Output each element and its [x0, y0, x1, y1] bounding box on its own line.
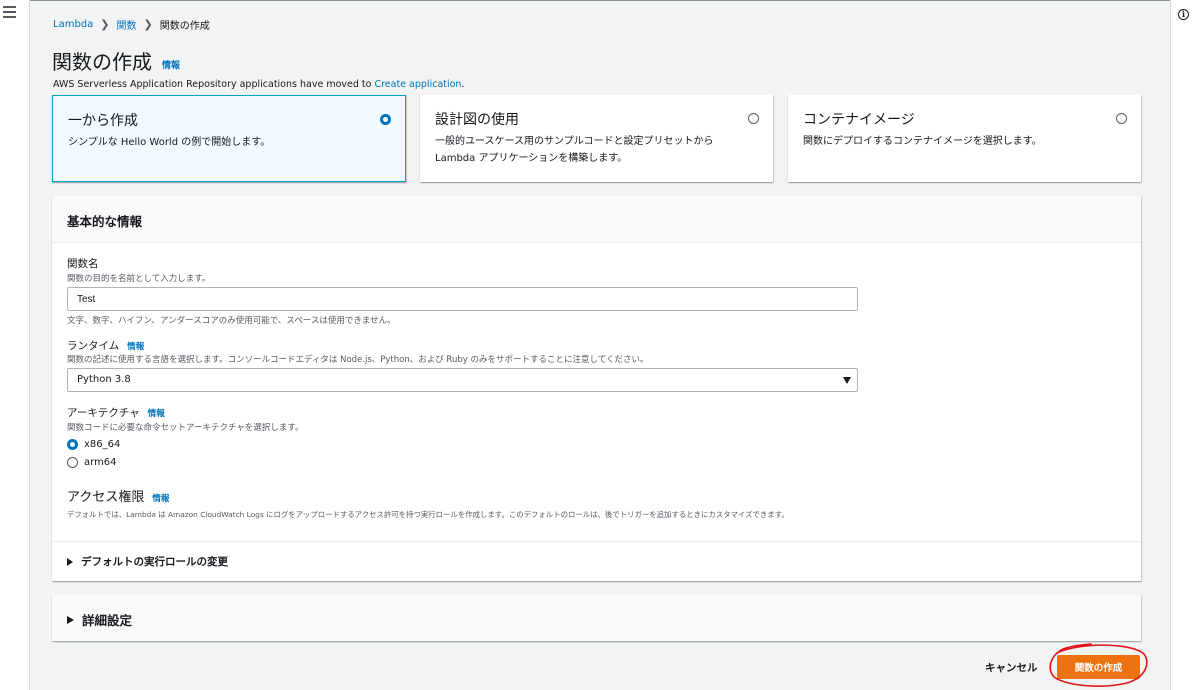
runtime-info-link[interactable]: 情報 [127, 342, 144, 352]
architecture-option-arm64[interactable]: arm64 [67, 455, 117, 469]
breadcrumb-current: 関数の作成 [159, 21, 210, 32]
runtime-desc: 関数の記述に使用する言語を選択します。コンソールコードエディタは Node.js… [67, 355, 649, 365]
breadcrumb-separator-icon: ❯ [100, 18, 110, 31]
create-application-link[interactable]: Create application [374, 79, 461, 90]
radio-unchecked[interactable] [67, 456, 78, 468]
architecture-option-x86[interactable]: x86_64 [67, 437, 120, 451]
option-radio-checked[interactable] [380, 114, 391, 125]
cancel-button[interactable]: キャンセル [977, 656, 1046, 678]
breadcrumb-lambda[interactable]: Lambda [53, 19, 93, 30]
advanced-settings-panel[interactable]: 詳細設定 [52, 595, 1141, 641]
page-title: 関数の作成 [52, 50, 152, 74]
panel-header: 基本的な情報 [52, 196, 1141, 243]
divider [52, 541, 1141, 542]
menu-icon[interactable] [3, 6, 16, 18]
caret-right-icon [67, 615, 74, 624]
default-role-expander[interactable]: デフォルトの実行ロールの変更 [67, 554, 228, 569]
permissions-title-text: アクセス権限 [67, 490, 145, 505]
option-title: 一から作成 [68, 113, 138, 129]
option-desc: シンプルな Hello World の例で開始します。 [68, 137, 271, 148]
option-use-blueprint[interactable]: 設計図の使用 一般的ユースケース用のサンプルコードと設定プリセットから Lamb… [420, 95, 773, 182]
radio-label: arm64 [84, 456, 117, 468]
panel-title: 基本的な情報 [67, 214, 143, 229]
radio-checked[interactable] [67, 438, 78, 450]
option-title: 設計図の使用 [435, 112, 519, 128]
architecture-label: アーキテクチャ 情報 [67, 405, 165, 420]
function-name-desc: 関数の目的を名前として入力します。 [67, 274, 211, 284]
create-function-button[interactable]: 関数の作成 [1057, 655, 1140, 679]
advanced-settings-expander[interactable]: 詳細設定 [67, 610, 132, 629]
architecture-label-text: アーキテクチャ [67, 407, 140, 419]
option-container-image[interactable]: コンテナイメージ 関数にデプロイするコンテナイメージを選択します。 [788, 95, 1141, 182]
caret-right-icon [67, 557, 73, 566]
option-desc: 関数にデプロイするコンテナイメージを選択します。 [803, 136, 1042, 147]
notice-body: AWS Serverless Application Repository ap… [53, 79, 375, 90]
permissions-desc: デフォルトでは、Lambda は Amazon CloudWatch Logs … [67, 510, 789, 519]
function-name-input[interactable] [67, 287, 858, 311]
notice-text: AWS Serverless Application Repository ap… [53, 79, 465, 90]
architecture-desc: 関数コードに必要な命令セットアーキテクチャを選択します。 [67, 423, 304, 433]
option-title: コンテナイメージ [803, 112, 915, 128]
radio-label: x86_64 [84, 438, 121, 450]
breadcrumb: Lambda ❯ 関数 ❯ 関数の作成 [53, 17, 210, 32]
page-title-info-link[interactable]: 情報 [162, 58, 180, 71]
basic-info-panel: 基本的な情報 関数名 関数の目的を名前として入力します。 文字、数字、ハイフン、… [52, 196, 1141, 581]
breadcrumb-separator-icon: ❯ [143, 18, 153, 31]
option-radio[interactable] [1116, 113, 1127, 124]
top-border [0, 0, 1200, 1]
caret-down-icon [843, 377, 851, 384]
advanced-title-text: 詳細設定 [82, 613, 133, 628]
runtime-select[interactable]: Python 3.8 [67, 368, 858, 392]
option-radio[interactable] [748, 113, 759, 124]
option-author-from-scratch[interactable]: 一から作成 シンプルな Hello World の例で開始します。 [52, 95, 406, 182]
runtime-label-text: ランタイム [67, 340, 120, 352]
architecture-info-link[interactable]: 情報 [148, 409, 165, 419]
expander-label: デフォルトの実行ロールの変更 [81, 556, 228, 568]
function-name-hint: 文字、数字、ハイフン、アンダースコアのみ使用可能で、スペースは使用できません。 [67, 316, 396, 326]
info-icon[interactable]: i [1178, 9, 1189, 20]
left-nav-rail [0, 0, 30, 690]
notice-tail: . [461, 79, 465, 90]
breadcrumb-functions[interactable]: 関数 [116, 17, 136, 32]
option-desc: 一般的ユースケース用のサンプルコードと設定プリセットから Lambda アプリケ… [435, 136, 714, 164]
runtime-selected-value: Python 3.8 [77, 374, 131, 385]
runtime-label: ランタイム 情報 [67, 338, 144, 353]
function-name-label: 関数名 [67, 258, 99, 270]
permissions-info-link[interactable]: 情報 [152, 494, 169, 504]
permissions-title: アクセス権限 情報 [67, 486, 169, 505]
right-help-rail: i [1170, 0, 1200, 690]
